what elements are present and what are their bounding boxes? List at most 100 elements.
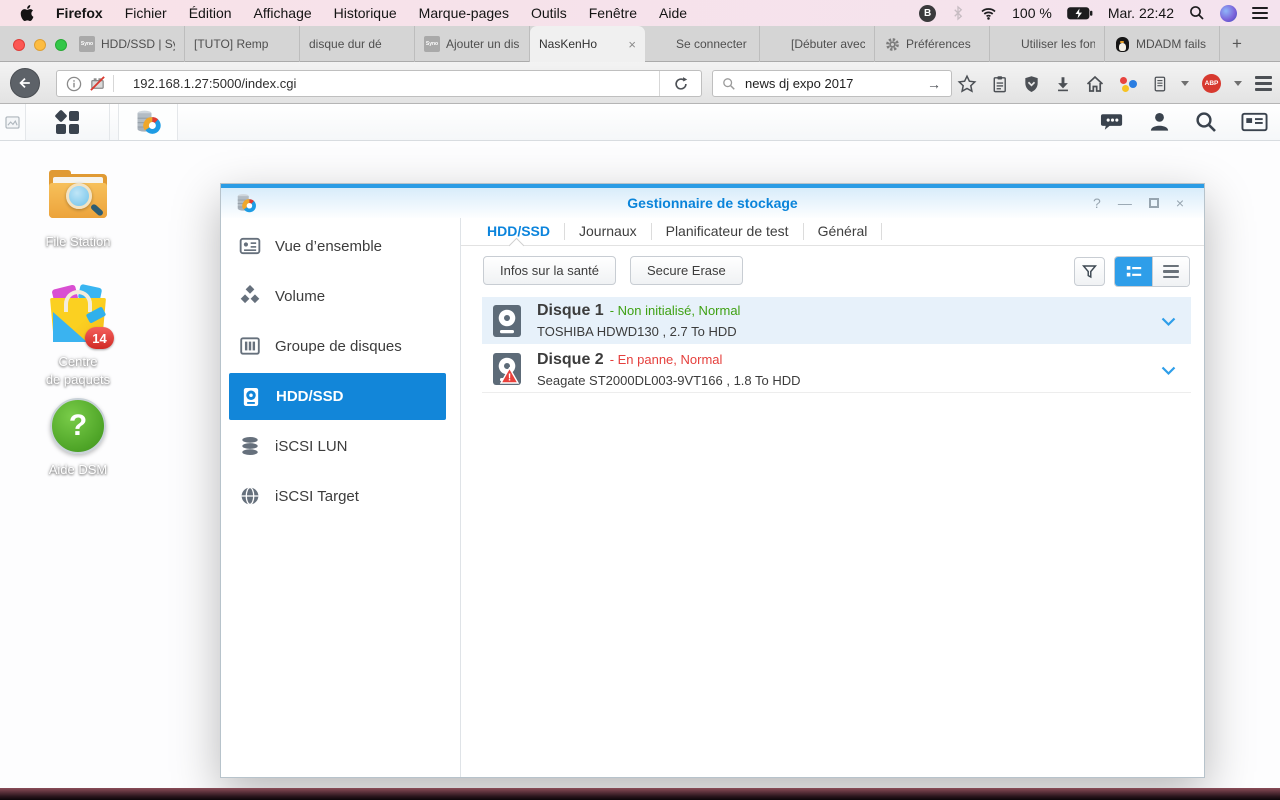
browser-tab[interactable]: Se connecter en S [645,26,760,62]
url-text[interactable]: 192.168.1.27:5000/index.cgi [123,76,659,91]
wifi-icon[interactable] [980,6,997,20]
window-minimize-button[interactable] [34,39,46,51]
storage-manager-icon [137,110,161,134]
help-icon: ? [50,398,106,454]
dsm-search-icon[interactable] [1194,110,1218,134]
synology-favicon: Syno [79,36,95,52]
firefox-navbar: 192.168.1.27:5000/index.cgi news dj expo… [0,62,1280,104]
hdd-icon [243,387,259,406]
browser-tab[interactable]: Syno Ajouter un dis [415,26,530,62]
downloads-icon[interactable] [1054,74,1072,94]
bookmark-star-icon[interactable] [957,73,977,94]
window-title: Gestionnaire de stockage [627,195,798,211]
tab-journaux[interactable]: Journaux [565,223,652,240]
home-icon[interactable] [1085,74,1105,94]
browser-tab[interactable]: MDADM fails [1105,26,1220,62]
firefox-menu-icon[interactable] [1255,76,1272,91]
sidebar-item-iscsi-target[interactable]: iSCSI Target [221,471,460,521]
browser-tab[interactable]: [Débuter avec Syr [760,26,875,62]
disk-row-2[interactable]: ! Disque 2 - En panne, Normal Seagate ST… [482,346,1191,393]
search-go-icon[interactable]: → [917,76,951,92]
extension-page-icon[interactable] [1151,74,1168,94]
speed-dial-icon[interactable] [1118,74,1138,94]
search-bar[interactable]: news dj expo 2017 → [712,70,952,97]
window-close-button[interactable] [13,39,25,51]
url-bar[interactable]: 192.168.1.27:5000/index.cgi [56,70,702,97]
tab-planificateur[interactable]: Planificateur de test [652,223,804,240]
sidebar-item-iscsi-lun[interactable]: iSCSI LUN [221,421,460,471]
menubar-clock[interactable]: Mar. 22:42 [1108,5,1174,21]
desktop-icon-package-center[interactable]: 14 Centre de paquets [16,283,140,389]
menu-fenetre[interactable]: Fenêtre [578,5,648,21]
overview-icon [239,237,261,255]
spotlight-search-icon[interactable] [1189,5,1205,21]
window-maximize-button[interactable] [1148,198,1159,208]
expand-chevron-icon[interactable] [1161,314,1176,332]
adblock-plus-icon[interactable]: ABP [1202,74,1221,93]
tab-general[interactable]: Général [804,223,883,240]
menu-edition[interactable]: Édition [178,5,243,21]
search-query-text[interactable]: news dj expo 2017 [745,76,917,91]
notifications-icon[interactable] [1100,110,1125,134]
filter-button[interactable] [1074,257,1105,286]
browser-tab-active[interactable]: DSM NasKenHo × [70,26,1280,800]
health-info-button[interactable]: Infos sur la santé [483,256,616,285]
compact-view-button[interactable] [1152,257,1189,286]
window-zoom-button[interactable] [55,39,67,51]
menu-outils[interactable]: Outils [520,5,578,21]
menu-affichage[interactable]: Affichage [243,5,323,21]
menu-fichier[interactable]: Fichier [114,5,178,21]
clipboard-icon[interactable] [990,74,1009,94]
new-tab-button[interactable]: + [1220,26,1254,62]
list-view-icon [1126,266,1141,277]
apple-icon[interactable] [20,4,35,22]
tab-close-icon[interactable]: × [628,37,636,52]
window-minimize-button[interactable]: — [1118,195,1132,211]
back-button[interactable] [10,68,40,98]
siri-icon[interactable] [1220,4,1237,22]
browser-tab[interactable]: Préférences [875,26,990,62]
secure-erase-button[interactable]: Secure Erase [630,256,743,285]
site-info-icon[interactable] [66,76,82,92]
sidebar-item-disk-group[interactable]: Groupe de disques [221,321,460,371]
browser-tab[interactable]: Utiliser les fonctio [990,26,1105,62]
dsm-main-menu-button[interactable] [26,104,110,140]
user-options-icon[interactable] [1148,110,1171,134]
browser-tab[interactable]: Syno HDD/SSD | Sy [70,26,185,62]
reload-button[interactable] [659,71,701,96]
notification-center-icon[interactable] [1252,7,1268,19]
file-station-icon [49,170,107,226]
list-view-button[interactable] [1115,257,1152,286]
desktop-icon-dsm-help[interactable]: ? Aide DSM [16,398,140,479]
plugin-blocked-icon[interactable] [89,75,106,92]
extension-dropdown-caret[interactable] [1181,81,1189,86]
sidebar-item-overview[interactable]: Vue d’ensemble [221,221,460,271]
abp-dropdown-caret[interactable] [1234,81,1242,86]
window-close-button[interactable]: × [1176,195,1184,211]
sidebar-item-volume[interactable]: Volume [221,271,460,321]
disk-row-1[interactable]: Disque 1 - Non initialisé, Normal TOSHIB… [482,297,1191,344]
bluetooth-icon[interactable] [951,5,965,21]
view-mode-switch [1114,256,1190,287]
b-app-icon[interactable]: B [919,4,937,22]
show-desktop-button[interactable] [0,104,26,140]
window-help-button[interactable]: ? [1093,195,1101,211]
dsm-taskbar [0,104,1280,141]
taskbar-storage-manager-button[interactable] [118,104,178,140]
menu-historique[interactable]: Historique [323,5,408,21]
widgets-icon[interactable] [1241,110,1268,134]
tab-hdd-ssd[interactable]: HDD/SSD [473,223,566,240]
sidebar-item-hdd-ssd[interactable]: HDD/SSD [229,373,446,420]
browser-tab[interactable]: DSM disque dur dé [70,26,1280,800]
macos-menubar: Firefox Fichier Édition Affichage Histor… [0,0,1280,26]
shield-icon[interactable] [1022,74,1041,94]
desktop-icon-file-station[interactable]: File Station [16,170,140,251]
browser-tab[interactable]: DSM [TUTO] Remp [70,26,1280,800]
window-titlebar[interactable]: Gestionnaire de stockage ? — × [221,188,1204,218]
disk-name: Disque 2 [537,350,604,368]
battery-icon[interactable] [1067,6,1093,20]
menu-marque-pages[interactable]: Marque-pages [408,5,520,21]
expand-chevron-icon[interactable] [1161,363,1176,381]
menu-aide[interactable]: Aide [648,5,698,21]
menu-firefox[interactable]: Firefox [45,5,114,21]
